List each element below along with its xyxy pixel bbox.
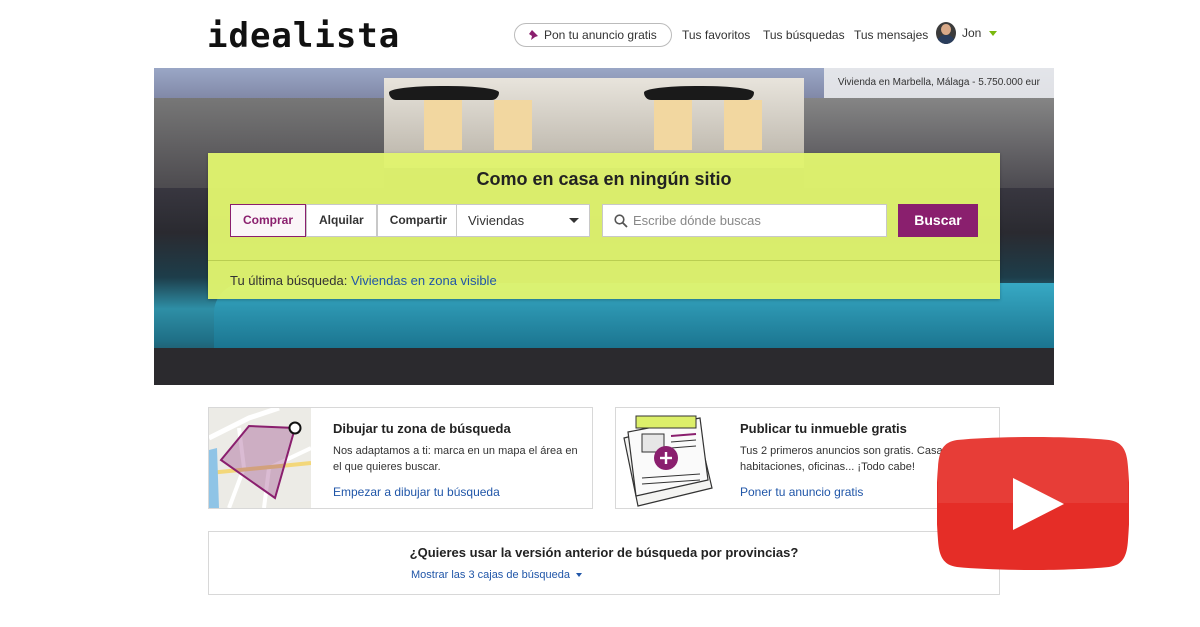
tab-comprar[interactable]: Comprar (230, 204, 307, 237)
hero-umbrella (389, 86, 499, 100)
last-search: Tu última búsqueda: Viviendas en zona vi… (230, 273, 497, 288)
hero-window (424, 100, 462, 150)
search-title: Como en casa en ningún sitio (476, 169, 732, 189)
property-type-value: Viviendas (468, 213, 525, 228)
hero-caption: Vivienda en Marbella, Málaga - 5.750.000… (823, 68, 1054, 98)
chevron-down-icon (575, 573, 582, 577)
search-icon (614, 214, 628, 228)
search-button[interactable]: Buscar (898, 204, 978, 237)
draw-zone-text: Nos adaptamos a ti: marca en un mapa el … (333, 445, 578, 473)
nav-searches[interactable]: Tus búsquedas (763, 28, 845, 42)
hero-deck (154, 348, 1054, 385)
chevron-down-icon (989, 30, 998, 36)
chevron-down-icon (569, 218, 579, 223)
youtube-play-icon[interactable] (937, 437, 1129, 570)
publish-plus-icon (616, 408, 718, 508)
publish-link[interactable]: Poner tu anuncio gratis (740, 485, 863, 499)
post-ad-button[interactable]: Pon tu anuncio gratis (514, 23, 672, 47)
avatar (936, 22, 956, 44)
publish-title: Publicar tu inmueble gratis (740, 421, 907, 436)
panel-divider (208, 260, 1000, 261)
hero-window (724, 100, 762, 150)
show-boxes-link[interactable]: Mostrar las 3 cajas de búsqueda (411, 569, 582, 581)
last-search-label: Tu última búsqueda: (230, 273, 348, 288)
draw-zone-title: Dibujar tu zona de búsqueda (333, 421, 511, 436)
tab-compartir[interactable]: Compartir (376, 204, 461, 237)
property-type-select[interactable]: Viviendas (456, 204, 590, 237)
nav-favorites[interactable]: Tus favoritos (682, 28, 750, 42)
hero-window (494, 100, 532, 150)
last-search-link[interactable]: Viviendas en zona visible (351, 273, 497, 288)
idealista-logo[interactable]: idealista (207, 16, 400, 56)
search-panel: Como en casa en ningún sitio Comprar Alq… (208, 153, 1000, 299)
provinces-box: ¿Quieres usar la versión anterior de bús… (208, 531, 1000, 595)
tab-alquilar[interactable]: Alquilar (306, 204, 377, 237)
show-boxes-label: Mostrar las 3 cajas de búsqueda (411, 569, 570, 581)
location-search-field[interactable] (602, 204, 887, 237)
nav-messages[interactable]: Tus mensajes (854, 28, 928, 42)
draw-zone-link[interactable]: Empezar a dibujar tu búsqueda (333, 485, 500, 499)
provinces-question: ¿Quieres usar la versión anterior de bús… (409, 545, 799, 560)
draw-zone-card: Dibujar tu zona de búsqueda Nos adaptamo… (208, 407, 593, 509)
operation-tabs: Comprar Alquilar Compartir (230, 204, 461, 237)
hero-window (654, 100, 692, 150)
user-menu[interactable]: Jon (936, 22, 998, 44)
user-name: Jon (962, 26, 982, 40)
pin-icon (529, 30, 538, 40)
post-ad-label: Pon tu anuncio gratis (544, 28, 657, 42)
hero-umbrella (644, 86, 754, 100)
map-draw-icon (209, 408, 311, 508)
location-search-input[interactable] (633, 205, 881, 236)
